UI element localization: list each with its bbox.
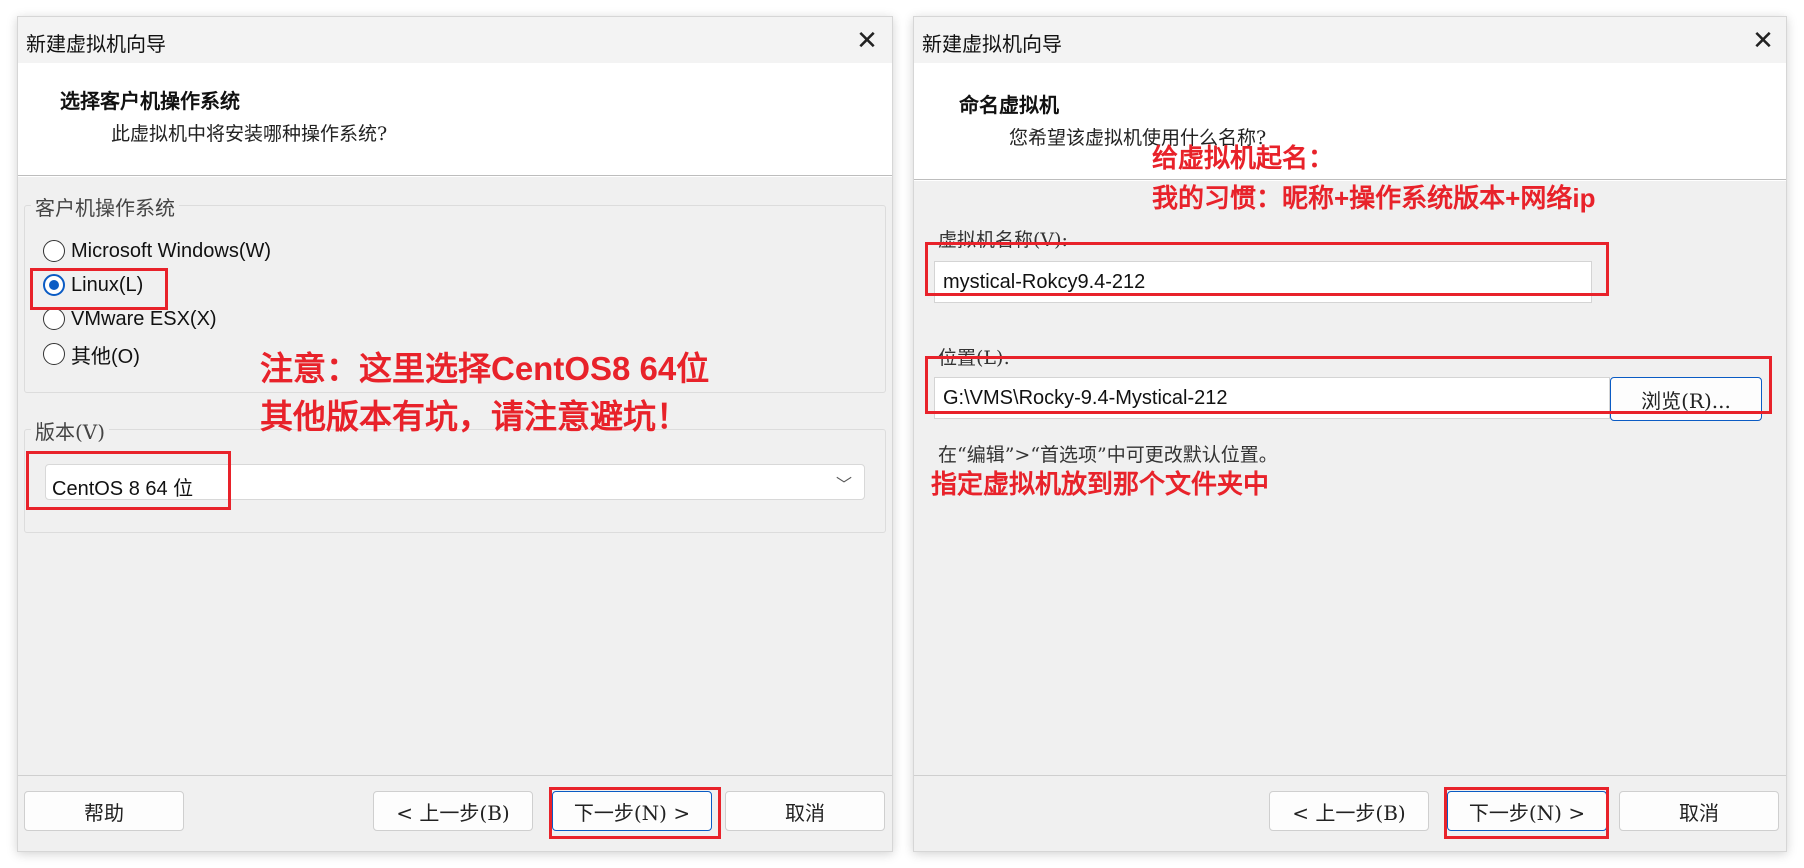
wizard-footer: 帮助 < 上一步(B) 下一步(N) > 取消 bbox=[18, 775, 892, 851]
close-icon[interactable]: ✕ bbox=[850, 23, 884, 57]
title-bar: 新建虚拟机向导 ✕ bbox=[18, 17, 892, 63]
annotation-name-note-line2: 我的习惯：昵称+操作系统版本+网络ip bbox=[1152, 183, 1596, 213]
page-title: 命名虚拟机 bbox=[959, 93, 1059, 117]
back-button[interactable]: < 上一步(B) bbox=[373, 791, 533, 831]
annotation-os-note-line1: 注意：这里选择CentOS8 64位 bbox=[260, 350, 710, 387]
version-group-label: 版本(V) bbox=[31, 416, 110, 445]
page-subtitle: 此虚拟机中将安装哪种操作系统? bbox=[111, 123, 388, 145]
wizard-footer: < 上一步(B) 下一步(N) > 取消 bbox=[914, 775, 1786, 851]
radio-other[interactable]: 其他(O) bbox=[43, 339, 140, 369]
page-title: 选择客户机操作系统 bbox=[60, 89, 240, 113]
help-button[interactable]: 帮助 bbox=[24, 791, 184, 831]
radio-circle[interactable] bbox=[43, 308, 65, 330]
radio-circle[interactable] bbox=[43, 343, 65, 365]
chevron-down-icon[interactable]: ﹀ bbox=[836, 471, 852, 495]
title-bar: 新建虚拟机向导 ✕ bbox=[914, 17, 1786, 63]
cancel-button[interactable]: 取消 bbox=[725, 791, 885, 831]
highlight-location bbox=[925, 356, 1772, 414]
radio-circle[interactable] bbox=[43, 240, 65, 262]
radio-label: VMware ESX(X) bbox=[71, 307, 217, 330]
highlight-linux-option bbox=[30, 268, 168, 310]
radio-label: 其他(O) bbox=[71, 345, 140, 368]
window-title: 新建虚拟机向导 bbox=[922, 34, 1062, 56]
highlight-vm-name bbox=[925, 242, 1609, 296]
close-icon[interactable]: ✕ bbox=[1746, 23, 1780, 57]
wizard-header: 选择客户机操作系统 此虚拟机中将安装哪种操作系统? bbox=[18, 63, 892, 176]
highlight-next-button-right bbox=[1444, 787, 1609, 839]
cancel-button[interactable]: 取消 bbox=[1619, 791, 1779, 831]
new-vm-wizard-dialog-name: 新建虚拟机向导 ✕ 命名虚拟机 您希望该虚拟机使用什么名称? 虚拟机名称(V):… bbox=[913, 16, 1787, 852]
highlight-version-select bbox=[26, 451, 231, 510]
wizard-header: 命名虚拟机 您希望该虚拟机使用什么名称? bbox=[914, 63, 1786, 180]
radio-label: Microsoft Windows(W) bbox=[71, 239, 272, 262]
location-hint: 在“编辑”>“首选项”中可更改默认位置。 bbox=[938, 444, 1278, 466]
window-title: 新建虚拟机向导 bbox=[26, 34, 166, 56]
annotation-folder-note: 指定虚拟机放到那个文件夹中 bbox=[931, 469, 1270, 499]
os-group-label: 客户机操作系统 bbox=[31, 192, 179, 221]
back-button[interactable]: < 上一步(B) bbox=[1269, 791, 1429, 831]
radio-windows[interactable]: Microsoft Windows(W) bbox=[43, 236, 271, 266]
annotation-os-note-line2: 其他版本有坑，请注意避坑！ bbox=[260, 398, 689, 435]
annotation-name-note-line1: 给虚拟机起名： bbox=[1152, 143, 1335, 173]
highlight-next-button-left bbox=[549, 787, 721, 839]
